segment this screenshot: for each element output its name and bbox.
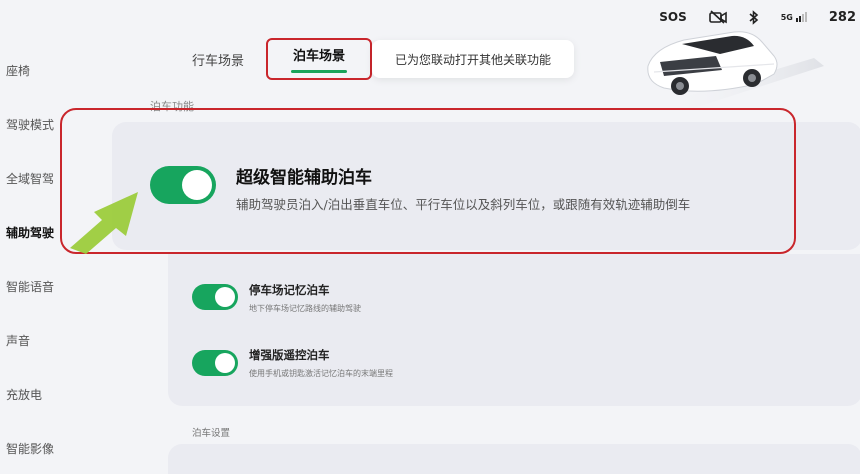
remote-parking-description: 使用手机或钥匙激活记忆泊车的末端里程 <box>249 369 393 378</box>
section-label-parking-settings: 泊车设置 <box>192 428 231 439</box>
main-feature-description: 辅助驾驶员泊入/泊出垂直车位、平行车位以及斜列车位，或跟随有效轨迹辅助倒车 <box>236 197 691 212</box>
toggle-knob <box>215 353 235 373</box>
tab-parking-scene[interactable]: 泊车场景 <box>266 38 372 80</box>
linked-functions-notice[interactable]: 已为您联动打开其他关联功能 <box>372 40 574 78</box>
scene-tabs: 行车场景 <box>178 38 258 80</box>
sidebar-item-full-area-smart-drive[interactable]: 全域智驾 <box>6 170 54 187</box>
remote-parking-title: 增强版遥控泊车 <box>249 348 330 362</box>
main-feature-title: 超级智能辅助泊车 <box>236 168 372 188</box>
sidebar-item-smart-voice[interactable]: 智能语音 <box>6 278 54 295</box>
remote-parking-toggle[interactable] <box>192 350 238 376</box>
memory-parking-toggle[interactable] <box>192 284 238 310</box>
tab-parking-label: 泊车场景 <box>292 49 345 64</box>
car-image <box>624 18 824 108</box>
sidebar-item-drive-mode[interactable]: 驾驶模式 <box>6 116 54 133</box>
memory-parking-title: 停车场记忆泊车 <box>249 283 330 297</box>
active-tab-indicator <box>291 70 347 73</box>
sidebar-item-smart-imaging[interactable]: 智能影像 <box>6 440 54 457</box>
sidebar-item-seat[interactable]: 座椅 <box>6 62 30 79</box>
memory-parking-description: 地下停车场记忆路线的辅助驾驶 <box>249 304 361 313</box>
tab-driving-scene[interactable]: 行车场景 <box>178 50 258 69</box>
sidebar-item-assisted-driving[interactable]: 辅助驾驶 <box>6 224 54 241</box>
sidebar-item-sound[interactable]: 声音 <box>6 332 30 349</box>
super-smart-parking-toggle[interactable] <box>150 166 216 204</box>
pointer-arrow-icon <box>66 186 156 256</box>
toggle-knob <box>182 170 212 200</box>
status-number: 282 <box>828 9 856 25</box>
sidebar-item-charging[interactable]: 充放电 <box>6 386 42 403</box>
sub-features-card <box>168 254 860 406</box>
toggle-knob <box>215 287 235 307</box>
